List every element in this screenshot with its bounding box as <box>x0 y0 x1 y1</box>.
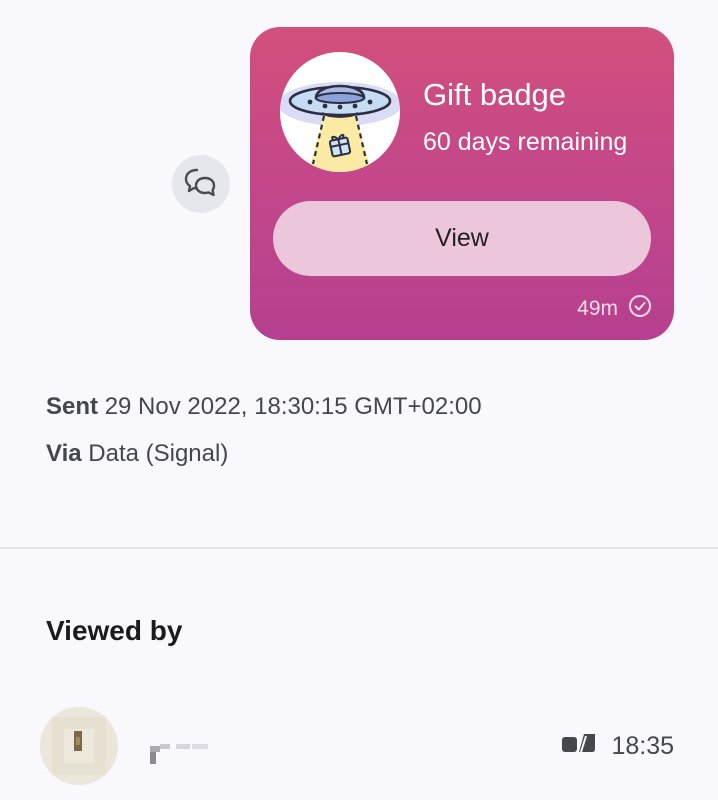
pixelated-avatar[interactable] <box>40 707 118 785</box>
via-label: Via <box>46 440 82 467</box>
viewed-by-heading: Viewed by <box>46 615 183 646</box>
ufo-gift-badge-icon <box>280 52 400 172</box>
reply-button[interactable] <box>172 155 230 213</box>
message-details: Sent 29 Nov 2022, 18:30:15 GMT+02:00 Via… <box>46 391 482 485</box>
gift-badge-message: Gift badge 60 days remaining View 49m <box>250 27 674 340</box>
sent-label: Sent <box>46 393 99 420</box>
sent-check-icon <box>628 294 652 324</box>
reply-bubbles-icon <box>184 167 218 202</box>
sent-value: 29 Nov 2022, 18:30:15 GMT+02:00 <box>104 393 482 420</box>
viewed-time: 18:35 <box>611 732 674 760</box>
message-time: 49m <box>577 297 618 320</box>
via-value: Data (Signal) <box>88 440 229 467</box>
message-meta: 49m <box>577 294 652 324</box>
section-divider <box>0 547 718 549</box>
viewer-name-redacted <box>148 738 210 766</box>
gift-badge-remaining: 60 days remaining <box>423 128 628 156</box>
view-gift-button-label: View <box>435 224 489 252</box>
view-gift-button[interactable]: View <box>273 201 651 276</box>
viewer-row[interactable]: 18:35 <box>0 700 718 800</box>
sent-row: Sent 29 Nov 2022, 18:30:15 GMT+02:00 <box>46 391 482 438</box>
message-details-screen: Gift badge 60 days remaining View 49m Se… <box>0 0 718 800</box>
viewed-icon <box>561 732 597 761</box>
gift-badge-title: Gift badge <box>423 77 567 112</box>
via-row: Via Data (Signal) <box>46 438 482 485</box>
viewer-status: 18:35 <box>561 732 674 761</box>
